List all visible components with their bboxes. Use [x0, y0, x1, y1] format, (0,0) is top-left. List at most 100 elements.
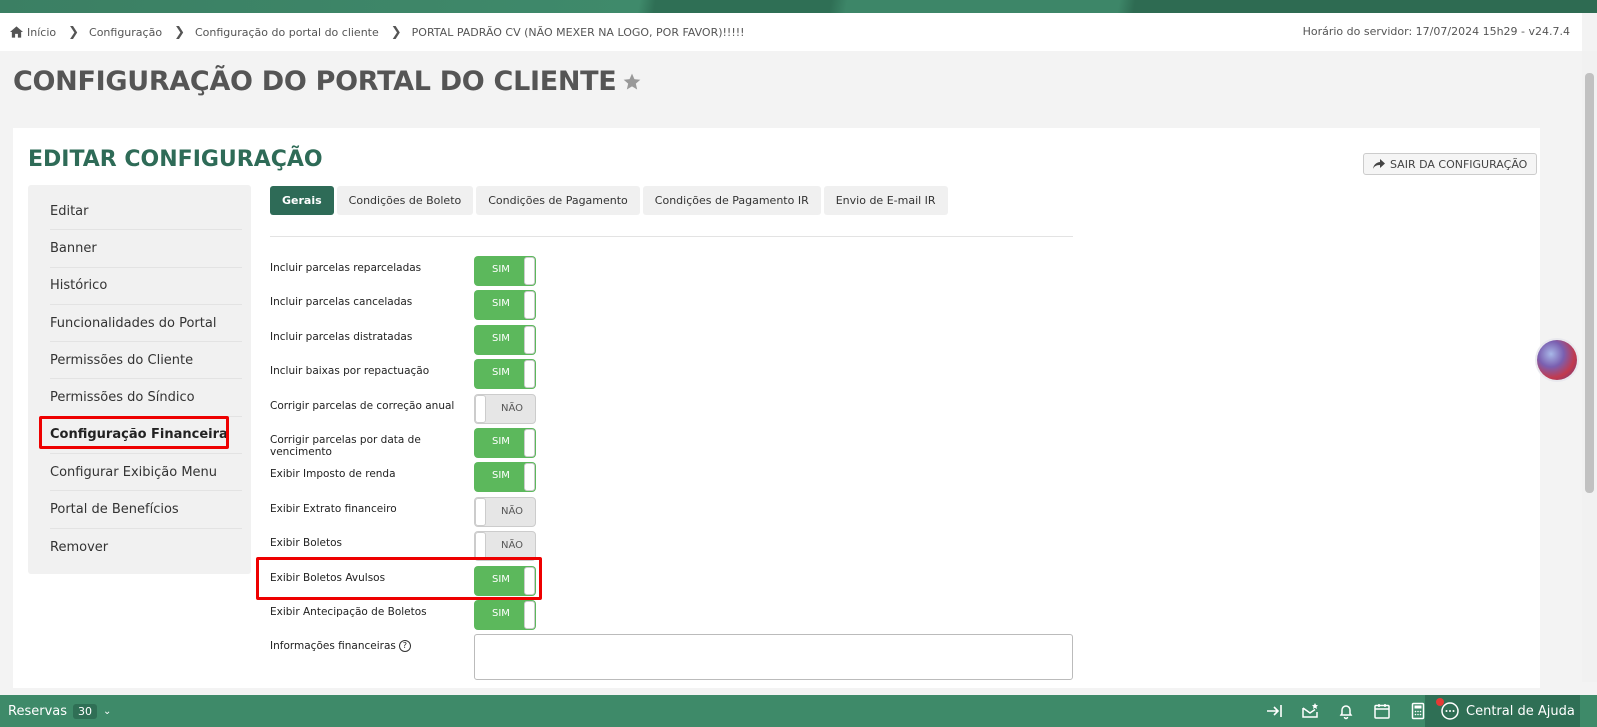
breadcrumb-configuracao[interactable]: Configuração: [89, 26, 162, 39]
toggle-value: SIM: [492, 264, 510, 275]
toggle-knob: [524, 463, 535, 492]
breadcrumb-portal-config[interactable]: Configuração do portal do cliente: [195, 26, 379, 39]
toggle-knob: [524, 429, 535, 457]
toggle-switch[interactable]: NÃO: [474, 531, 536, 562]
toggle-switch[interactable]: SIM: [474, 256, 536, 286]
chevron-right-icon: ❯: [68, 24, 80, 40]
sidebar-item-historico[interactable]: Histórico: [50, 268, 242, 305]
setting-row: Exibir Boletos Avulsos SIM: [270, 565, 1070, 600]
toggle-value: SIM: [492, 298, 510, 310]
setting-label: Exibir Imposto de renda: [270, 468, 396, 481]
exit-config-button[interactable]: SAIR DA CONFIGURAÇÃO: [1363, 153, 1538, 175]
toggle-value: SIM: [492, 436, 510, 447]
help-center-label: Central de Ajuda: [1466, 703, 1575, 719]
breadcrumb-current: PORTAL PADRÃO CV (NÃO MEXER NA LOGO, POR…: [411, 25, 745, 39]
bottom-bar: Reservas 30 ⌄ Central de Ajuda: [0, 695, 1597, 727]
sidebar-item-permissoes-cliente[interactable]: Permissões do Cliente: [50, 342, 242, 380]
mail-star-icon[interactable]: [1301, 702, 1319, 720]
toggle-switch[interactable]: SIM: [474, 462, 536, 493]
sidebar-item-portal-beneficios[interactable]: Portal de Benefícios: [50, 491, 242, 529]
financial-info-textarea[interactable]: [474, 634, 1073, 680]
tab-gerais[interactable]: Gerais: [270, 186, 334, 215]
star-icon[interactable]: [622, 72, 642, 92]
financial-info-label: Informações financeiras?: [270, 640, 460, 653]
share-arrow-icon: [1373, 159, 1385, 169]
sidebar-item-funcionalidades[interactable]: Funcionalidades do Portal: [50, 305, 242, 343]
help-circle-icon[interactable]: ?: [398, 640, 411, 653]
setting-row: Exibir Extrato financeiro NÃO: [270, 496, 1070, 531]
tab-condicoes-pagamento-ir[interactable]: Condições de Pagamento IR: [642, 186, 821, 215]
sidebar-item-config-financeira[interactable]: Configuração Financeira: [50, 417, 242, 455]
toggle-switch[interactable]: SIM: [474, 565, 536, 596]
tab-envio-email-ir[interactable]: Envio de E-mail IR: [823, 186, 948, 215]
sidebar-item-banner[interactable]: Banner: [50, 230, 242, 268]
setting-label: Corrigir parcelas por data de vencimento: [270, 434, 421, 458]
chevron-down-icon: ⌄: [103, 705, 112, 717]
toggle-switch[interactable]: NÃO: [474, 496, 536, 527]
toggle-value: SIM: [492, 608, 510, 619]
toggle-switch[interactable]: SIM: [474, 600, 536, 630]
server-time: Horário do servidor: 17/07/2024 15h29 - …: [1302, 25, 1570, 38]
setting-label: Incluir parcelas canceladas: [270, 296, 413, 309]
toggle-value: SIM: [492, 470, 510, 482]
toggle-value: NÃO: [501, 540, 524, 552]
config-card: EDITAR CONFIGURAÇÃO SAIR DA CONFIGURAÇÃO…: [13, 128, 1540, 688]
chevron-right-icon: ❯: [390, 24, 402, 40]
scrollbar-thumb[interactable]: [1585, 73, 1594, 493]
help-center-button[interactable]: Central de Ajuda: [1425, 695, 1580, 727]
toggle-knob: [524, 325, 535, 354]
sidebar-item-remover[interactable]: Remover: [50, 529, 242, 566]
setting-row: Exibir Boletos NÃO: [270, 531, 1070, 565]
toggle-switch[interactable]: SIM: [474, 428, 536, 458]
breadcrumb: Início ❯ Configuração ❯ Configuração do …: [0, 13, 1582, 51]
bell-icon[interactable]: [1337, 702, 1355, 720]
toggle-switch[interactable]: SIM: [474, 290, 536, 321]
setting-label: Incluir parcelas reparceladas: [270, 262, 422, 274]
financial-info-text: Informações financeiras: [270, 640, 396, 653]
floating-assistant-avatar[interactable]: [1537, 340, 1577, 380]
setting-row: Incluir parcelas distratadas SIM: [270, 324, 1070, 359]
setting-label: Incluir baixas por repactuação: [270, 365, 430, 378]
toggle-knob: [524, 601, 535, 629]
toggle-knob: [475, 532, 486, 561]
toggle-value: NÃO: [501, 505, 524, 517]
toggle-value: NÃO: [501, 402, 524, 414]
toggle-knob: [524, 360, 535, 389]
reservas-button[interactable]: Reservas 30 ⌄: [8, 695, 111, 727]
toggle-switch[interactable]: SIM: [474, 359, 536, 390]
setting-label: Exibir Boletos: [270, 537, 343, 550]
toggle-value: SIM: [492, 573, 510, 585]
toggle-knob: [524, 257, 535, 285]
sidebar-item-config-menu[interactable]: Configurar Exibição Menu: [50, 454, 242, 492]
setting-row: Exibir Antecipação de Boletos SIM: [270, 600, 1070, 634]
sidebar-item-permissoes-sindico[interactable]: Permissões do Síndico: [50, 379, 242, 417]
tab-condicoes-boleto[interactable]: Condições de Boleto: [336, 186, 474, 215]
card-title: EDITAR CONFIGURAÇÃO: [28, 147, 323, 172]
toggle-knob: [524, 566, 535, 595]
top-stripe: [0, 0, 1597, 13]
tab-divider: [270, 236, 1073, 237]
toggle-knob: [524, 291, 535, 320]
tabs: Gerais Condições de Boleto Condições de …: [270, 186, 948, 215]
toggle-value: SIM: [492, 367, 510, 379]
setting-label: Incluir parcelas distratadas: [270, 330, 413, 343]
toggle-knob: [475, 497, 486, 526]
tab-condicoes-pagamento[interactable]: Condições de Pagamento: [476, 186, 640, 215]
sidebar: Editar Banner Histórico Funcionalidades …: [28, 185, 251, 574]
toggle-switch[interactable]: SIM: [474, 324, 536, 355]
setting-row: Incluir parcelas reparceladas SIM: [270, 256, 1070, 290]
setting-row: Corrigir parcelas de correção anual NÃO: [270, 393, 1070, 428]
toggle-switch[interactable]: NÃO: [474, 393, 536, 424]
breadcrumb-home[interactable]: Início: [10, 26, 56, 39]
setting-row: Corrigir parcelas por data de vencimento…: [270, 428, 1070, 462]
scrollbar[interactable]: [1582, 51, 1597, 682]
setting-label: Exibir Antecipação de Boletos: [270, 606, 427, 618]
arrow-to-right-icon[interactable]: [1265, 702, 1283, 720]
setting-label: Corrigir parcelas de correção anual: [270, 399, 455, 412]
setting-row: Exibir Imposto de renda SIM: [270, 462, 1070, 496]
sidebar-item-editar[interactable]: Editar: [50, 193, 242, 231]
exit-config-label: SAIR DA CONFIGURAÇÃO: [1390, 157, 1528, 171]
calendar-icon[interactable]: [1373, 702, 1391, 720]
bottom-icons: [1265, 695, 1427, 727]
chevron-right-icon: ❯: [174, 24, 185, 40]
